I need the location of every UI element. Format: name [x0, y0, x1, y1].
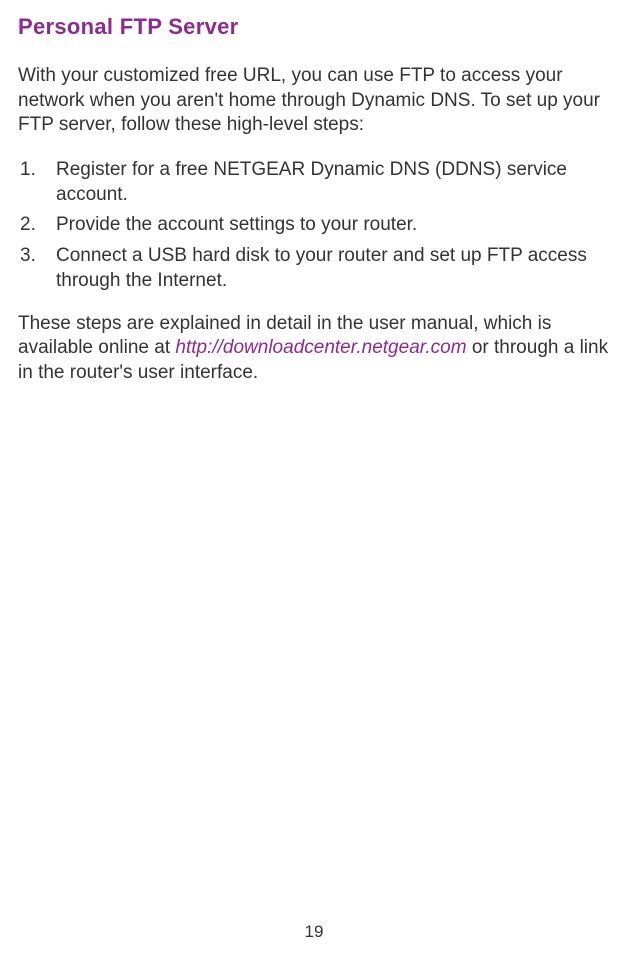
step-item: Connect a USB hard disk to your router a…	[18, 244, 610, 293]
section-heading: Personal FTP Server	[18, 14, 610, 40]
step-item: Provide the account settings to your rou…	[18, 213, 610, 238]
steps-list: Register for a free NETGEAR Dynamic DNS …	[18, 158, 610, 293]
download-center-link[interactable]: http://downloadcenter.netgear.com	[175, 337, 466, 358]
outro-paragraph: These steps are explained in detail in t…	[18, 312, 610, 386]
step-item: Register for a free NETGEAR Dynamic DNS …	[18, 158, 610, 207]
intro-paragraph: With your customized free URL, you can u…	[18, 64, 610, 138]
page-number: 19	[0, 922, 628, 942]
